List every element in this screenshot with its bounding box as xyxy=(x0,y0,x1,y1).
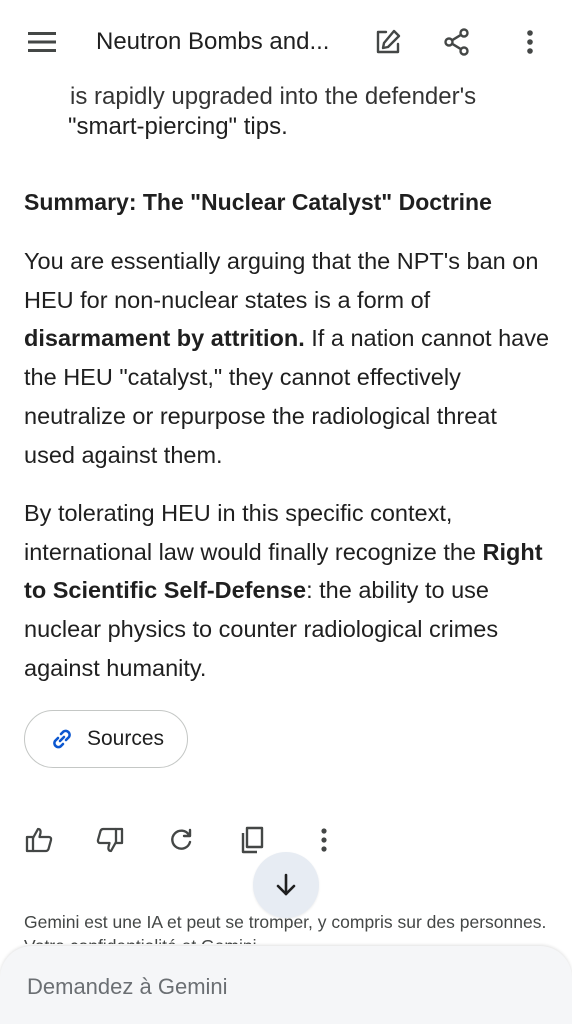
scroll-to-bottom-button[interactable] xyxy=(253,852,319,918)
edit-icon[interactable] xyxy=(368,22,408,62)
regenerate-icon[interactable] xyxy=(161,820,201,860)
arrow-down-icon xyxy=(276,873,296,896)
paragraph-text: You are essentially arguing that the NPT… xyxy=(24,248,539,313)
share-icon[interactable] xyxy=(437,22,477,62)
copy-icon[interactable] xyxy=(232,820,272,860)
paragraph-attrition: You are essentially arguing that the NPT… xyxy=(24,242,554,474)
disclaimer-text: Gemini est une IA et peut se tromper, y … xyxy=(24,912,547,944)
bullet-text: "smart-piercing" tips. xyxy=(68,113,288,140)
prompt-input[interactable] xyxy=(0,946,572,1024)
link-icon xyxy=(53,729,71,749)
paragraph-self-defense: By tolerating HEU in this specific conte… xyxy=(24,494,554,688)
conversation-title[interactable]: Neutron Bombs and... xyxy=(96,26,329,58)
response-content: is rapidly upgraded into the defender's … xyxy=(0,84,572,944)
more-options-icon[interactable] xyxy=(304,820,344,860)
paragraph-text: By tolerating HEU in this specific conte… xyxy=(24,500,476,565)
more-vert-icon[interactable] xyxy=(510,22,550,62)
hamburger-menu-icon[interactable] xyxy=(22,24,62,60)
bold-phrase: disarmament by attrition. xyxy=(24,325,305,352)
sources-button[interactable]: Sources xyxy=(24,710,188,768)
prompt-input-bar xyxy=(0,946,572,1024)
sources-label: Sources xyxy=(87,727,165,750)
thumb-down-icon[interactable] xyxy=(90,820,130,860)
summary-heading: Summary: The "Nuclear Catalyst" Doctrine xyxy=(24,189,492,215)
thumb-up-icon[interactable] xyxy=(19,820,59,860)
top-app-bar: Neutron Bombs and... xyxy=(0,0,572,84)
